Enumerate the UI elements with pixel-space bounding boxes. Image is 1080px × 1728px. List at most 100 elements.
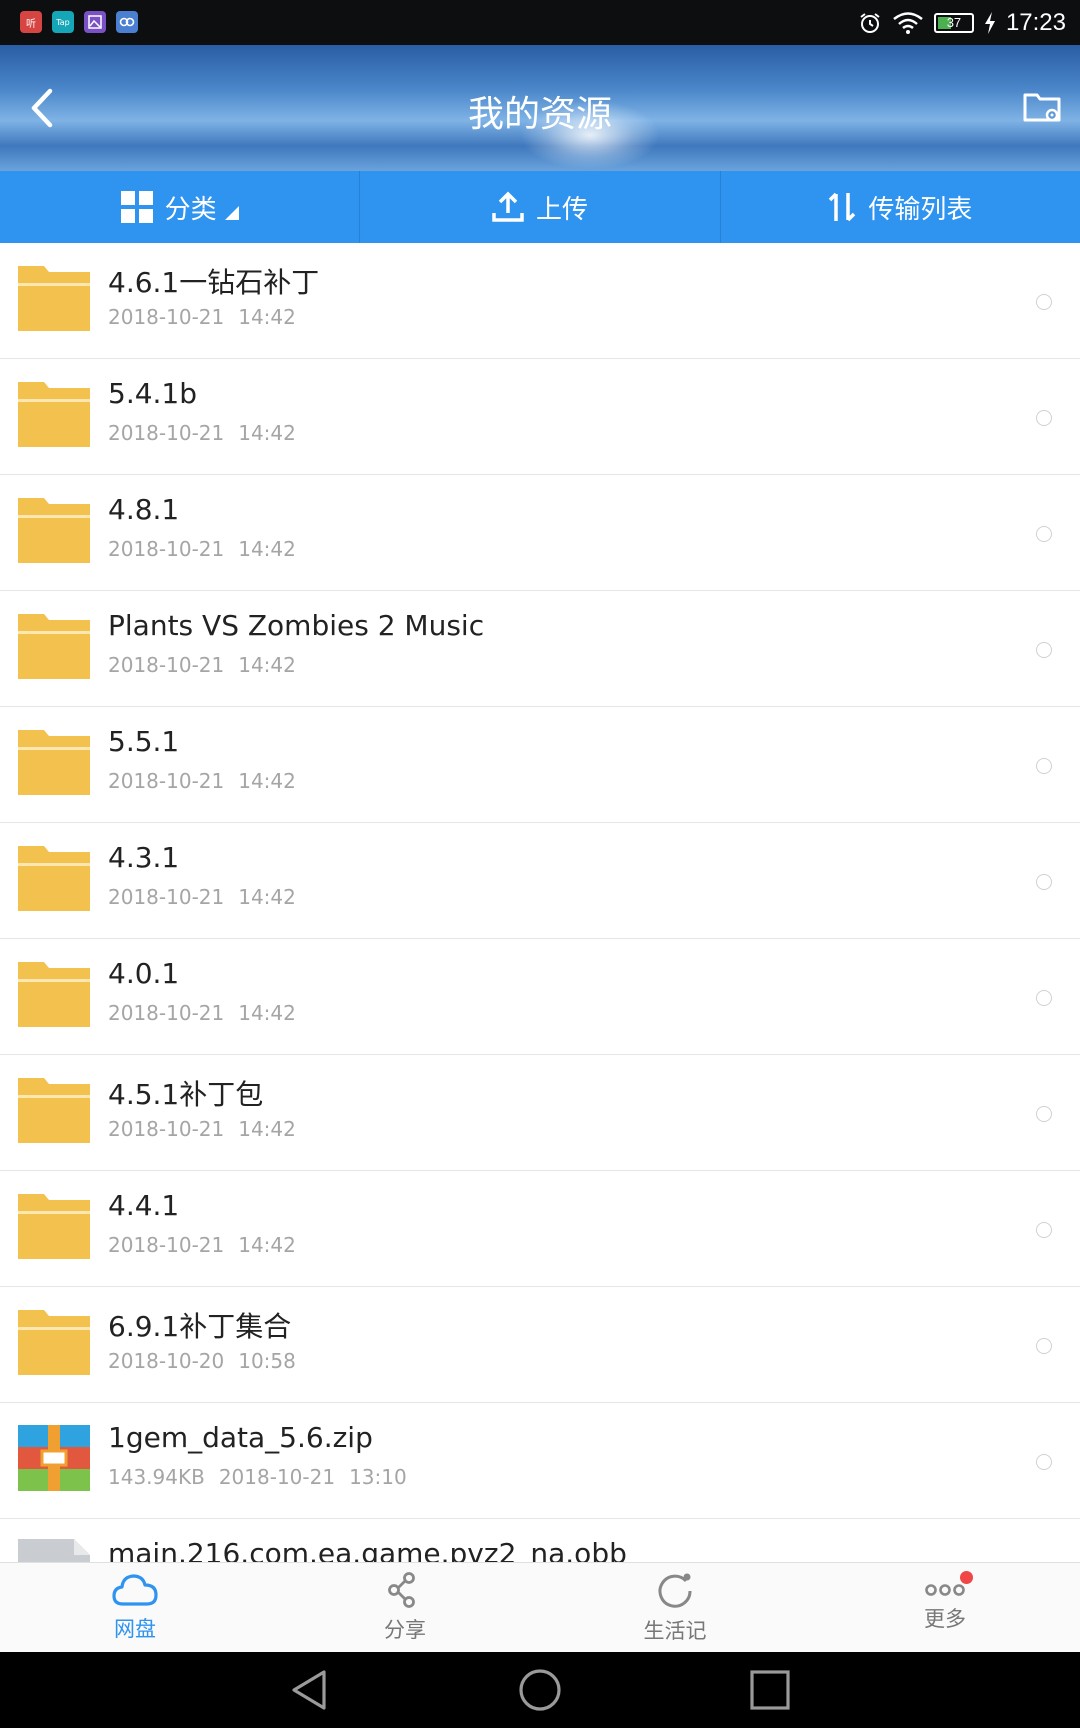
bottom-navigation: 网盘 分享 生活记 更多	[0, 1562, 1080, 1652]
battery-level: 37	[946, 15, 962, 30]
file-name: 5.4.1b	[108, 377, 198, 410]
file-meta: 2018-10-21 14:42	[108, 769, 296, 793]
more-icon	[925, 1583, 965, 1596]
file-date: 2018-10-21	[108, 537, 225, 561]
file-name: 5.5.1	[108, 725, 180, 758]
list-item[interactable]: 4.5.1补丁包 2018-10-21 14:42	[0, 1055, 1080, 1171]
file-meta: 2018-10-21 14:42	[108, 1233, 296, 1257]
category-button[interactable]: 分类	[0, 171, 361, 243]
select-radio[interactable]	[1036, 642, 1052, 658]
action-toolbar: 分类 上传 传输列表	[0, 171, 1080, 243]
select-radio[interactable]	[1036, 1106, 1052, 1122]
folder-icon	[18, 382, 90, 447]
list-item[interactable]: 5.4.1b 2018-10-21 14:42	[0, 359, 1080, 475]
gallery-app-icon	[84, 11, 106, 33]
share-icon	[388, 1571, 415, 1608]
file-meta: 2018-10-21 14:42	[108, 305, 296, 329]
ting-app-icon: 听	[20, 11, 42, 33]
status-time: 17:23	[1005, 8, 1066, 36]
upload-label: 上传	[535, 194, 588, 225]
tab-more[interactable]: 更多	[810, 1563, 1080, 1652]
file-meta: 2018-10-20 10:58	[108, 1349, 296, 1373]
transfer-list-label: 传输列表	[868, 194, 973, 225]
taptap-app-icon: Tap	[52, 11, 74, 33]
file-name: 4.4.1	[108, 1189, 180, 1222]
file-name: 4.5.1补丁包	[108, 1078, 264, 1111]
select-radio[interactable]	[1036, 1338, 1052, 1354]
file-meta: 2018-10-21 14:42	[108, 885, 296, 909]
folder-icon	[18, 846, 90, 911]
file-time: 14:42	[238, 1117, 296, 1141]
file-name: 4.8.1	[108, 493, 180, 526]
folder-icon	[18, 1078, 90, 1143]
file-time: 14:42	[238, 305, 296, 329]
list-item[interactable]: 4.0.1 2018-10-21 14:42	[0, 939, 1080, 1055]
file-time: 14:42	[238, 885, 296, 909]
file-date: 2018-10-21	[108, 305, 225, 329]
grid-icon	[120, 191, 153, 223]
file-time: 14:42	[238, 1001, 296, 1025]
file-name: 4.6.1一钻石补丁	[108, 266, 320, 299]
list-item[interactable]: 5.5.1 2018-10-21 14:42	[0, 707, 1080, 823]
dropdown-triangle-icon	[224, 206, 239, 220]
transfer-list-button[interactable]: 传输列表	[721, 171, 1080, 243]
file-name: main.216.com.ea.game.pvz2_na.obb	[108, 1537, 627, 1562]
list-item[interactable]: 4.3.1 2018-10-21 14:42	[0, 823, 1080, 939]
file-name: Plants VS Zombies 2 Music	[108, 609, 485, 642]
file-date: 2018-10-21	[108, 653, 225, 677]
folder-icon	[18, 730, 90, 795]
status-bar: 听 Tap 37 17:23	[0, 0, 1080, 45]
folder-icon	[18, 1310, 90, 1375]
file-date: 2018-10-21	[108, 769, 225, 793]
select-radio[interactable]	[1036, 1454, 1052, 1470]
list-item[interactable]: Plants VS Zombies 2 Music 2018-10-21 14:4…	[0, 591, 1080, 707]
file-time: 13:10	[349, 1465, 407, 1489]
select-radio[interactable]	[1036, 1222, 1052, 1238]
folder-icon	[18, 498, 90, 563]
list-item[interactable]: 4.4.1 2018-10-21 14:42	[0, 1171, 1080, 1287]
file-time: 14:42	[238, 653, 296, 677]
file-time: 14:42	[238, 537, 296, 561]
select-radio[interactable]	[1036, 526, 1052, 542]
select-radio[interactable]	[1036, 874, 1052, 890]
list-item[interactable]: 1gem_data_5.6.zip 143.94KB 2018-10-21 13:1…	[0, 1403, 1080, 1519]
file-date: 2018-10-21	[108, 1233, 225, 1257]
header-bar: 我的资源	[0, 45, 1080, 171]
select-radio[interactable]	[1036, 294, 1052, 310]
tab-share-label: 分享	[384, 1617, 426, 1642]
file-time: 14:42	[238, 1233, 296, 1257]
tab-life-notes[interactable]: 生活记	[540, 1563, 810, 1652]
file-list: 4.6.1一钻石补丁 2018-10-21 14:42 5.4.1b 2018-1…	[0, 243, 1080, 1562]
system-back-icon[interactable]	[286, 1666, 334, 1714]
tab-share[interactable]: 分享	[270, 1563, 540, 1652]
folder-icon	[18, 614, 90, 679]
notification-icons: 听 Tap	[20, 11, 138, 33]
system-recents-icon[interactable]	[746, 1666, 794, 1714]
list-item[interactable]: main.216.com.ea.game.pvz2_na.obb	[0, 1519, 1080, 1562]
upload-icon	[492, 191, 524, 222]
list-item[interactable]: 4.8.1 2018-10-21 14:42	[0, 475, 1080, 591]
baidu-app-icon	[116, 11, 138, 33]
file-icon	[18, 1539, 90, 1562]
select-radio[interactable]	[1036, 990, 1052, 1006]
file-meta: 2018-10-21 14:42	[108, 537, 296, 561]
select-radio[interactable]	[1036, 758, 1052, 774]
list-item[interactable]: 6.9.1补丁集合 2018-10-20 10:58	[0, 1287, 1080, 1403]
file-meta: 2018-10-21 14:42	[108, 421, 296, 445]
upload-button[interactable]: 上传	[360, 171, 721, 243]
folder-settings-icon[interactable]	[1022, 87, 1062, 127]
tab-netdisk-label: 网盘	[114, 1616, 156, 1641]
alarm-icon	[860, 12, 880, 33]
file-date: 2018-10-21	[108, 1001, 225, 1025]
file-time: 14:42	[238, 421, 296, 445]
file-date: 2018-10-20	[108, 1349, 225, 1373]
select-radio[interactable]	[1036, 410, 1052, 426]
battery-icon: 37	[933, 12, 974, 33]
transfer-arrows-icon	[829, 192, 856, 222]
file-meta: 2018-10-21 14:42	[108, 653, 296, 677]
tab-netdisk[interactable]: 网盘	[0, 1563, 270, 1652]
list-item[interactable]: 4.6.1一钻石补丁 2018-10-21 14:42	[0, 243, 1080, 359]
system-home-icon[interactable]	[516, 1666, 564, 1714]
cloud-icon	[112, 1573, 158, 1606]
notification-badge	[960, 1571, 973, 1584]
